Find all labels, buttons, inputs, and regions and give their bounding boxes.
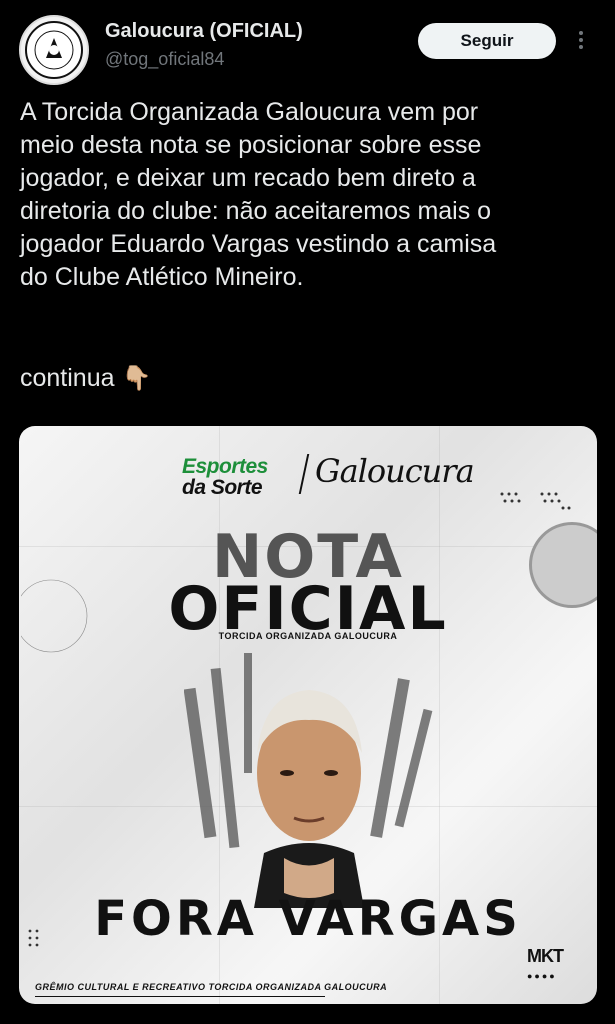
tweet-media-image[interactable]: Esportes da Sorte Galoucura NOTA OFICIAL… xyxy=(19,426,597,1004)
headline-fora-vargas: FORA VARGAS xyxy=(94,891,522,947)
image-footer-text: GRÊMIO CULTURAL E RECREATIVO TORCIDA ORG… xyxy=(35,982,388,992)
galoucura-wordmark: Galoucura xyxy=(315,452,475,490)
player-photo xyxy=(184,653,433,908)
galoucura-crest-logo xyxy=(25,21,83,79)
decorative-corner-dots xyxy=(28,929,39,947)
tweet-text: A Torcida Organizada Galoucura vem por m… xyxy=(20,98,497,291)
avatar[interactable] xyxy=(19,15,89,85)
tweet-continuation: continua 👇🏼 xyxy=(20,364,151,393)
footer-divider xyxy=(35,996,325,997)
agency-logo-dots: ●●●● xyxy=(527,971,557,981)
sponsor-line-1: Esportes xyxy=(182,455,268,478)
sponsor-logo: Esportes da Sorte xyxy=(182,456,268,498)
more-options-icon[interactable] xyxy=(574,28,588,54)
agency-logo: MKT xyxy=(527,946,564,966)
account-handle[interactable]: @tog_oficial84 xyxy=(105,49,224,70)
continuation-text: continua xyxy=(20,364,115,392)
decorative-dots xyxy=(500,492,571,510)
headline-subtitle: TORCIDA ORGANIZADA GALOUCURA xyxy=(218,631,398,641)
pointing-down-emoji: 👇🏼 xyxy=(121,365,152,392)
account-name[interactable]: Galoucura (OFICIAL) xyxy=(105,20,303,43)
sponsor-line-2: da Sorte xyxy=(182,476,263,499)
follow-button[interactable]: Seguir xyxy=(418,23,556,59)
logo-separator xyxy=(298,454,310,494)
